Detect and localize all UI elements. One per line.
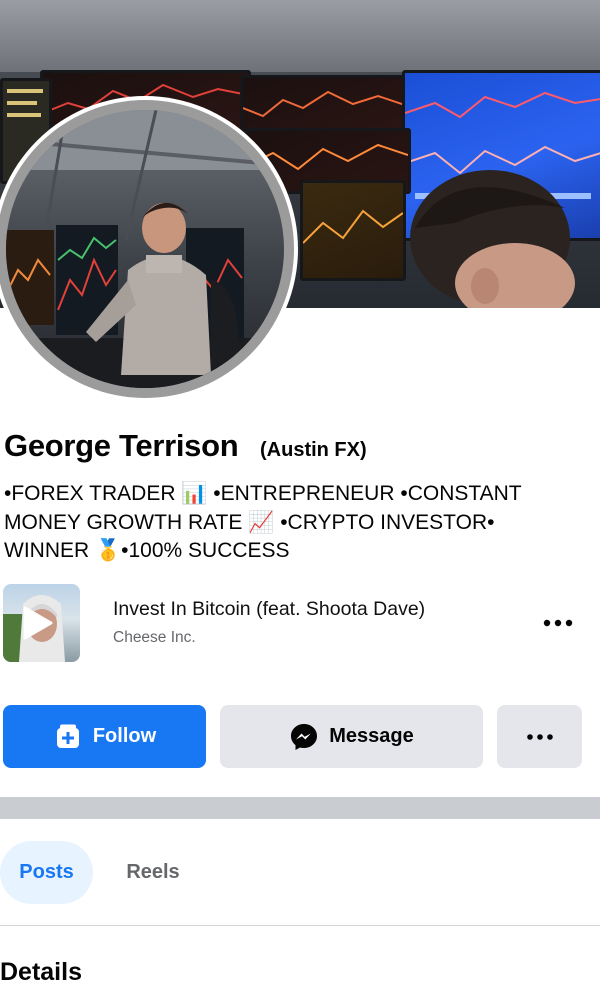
cover-monitor — [300, 180, 406, 281]
profile-bio: •FOREX TRADER 📊 •ENTREPRENEUR •CONSTANT … — [4, 480, 564, 566]
messenger-icon — [289, 722, 319, 752]
profile-alias: (Austin FX) — [260, 439, 367, 461]
profile-photo-scene — [6, 110, 284, 388]
section-divider — [0, 797, 600, 819]
profile-name: George Terrison — [4, 428, 239, 463]
cover-ceiling — [0, 0, 600, 72]
music-title[interactable]: Invest In Bitcoin (feat. Shoota Dave) — [113, 598, 425, 621]
follow-button[interactable]: Follow — [3, 705, 206, 768]
music-thumbnail[interactable] — [3, 584, 80, 662]
profile-photo — [6, 110, 284, 388]
cover-monitor — [240, 75, 411, 136]
bio-line: •FOREX TRADER 📊 •ENTREPRENEUR •CONSTANT — [4, 482, 522, 505]
tab-posts[interactable]: Posts — [0, 841, 93, 904]
play-icon[interactable] — [21, 606, 53, 640]
music-more-icon[interactable] — [540, 610, 576, 636]
details-heading: Details — [0, 958, 82, 986]
follow-label: Follow — [92, 725, 157, 747]
message-label: Message — [329, 725, 414, 747]
tabs-divider — [0, 925, 600, 926]
profile-picture[interactable] — [0, 96, 298, 402]
bio-line: WINNER 🥇•100% SUCCESS — [4, 539, 290, 562]
music-artist: Cheese Inc. — [113, 629, 196, 646]
add-friend-icon — [53, 723, 83, 751]
message-button[interactable]: Message — [220, 705, 483, 768]
cover-person — [410, 170, 575, 308]
more-horizontal-icon — [526, 733, 553, 740]
profile-picture-border — [0, 100, 294, 398]
bio-line: MONEY GROWTH RATE 📈 •CRYPTO INVESTOR• — [4, 510, 495, 534]
tab-reels[interactable]: Reels — [113, 841, 193, 904]
more-options-button[interactable] — [497, 705, 582, 768]
